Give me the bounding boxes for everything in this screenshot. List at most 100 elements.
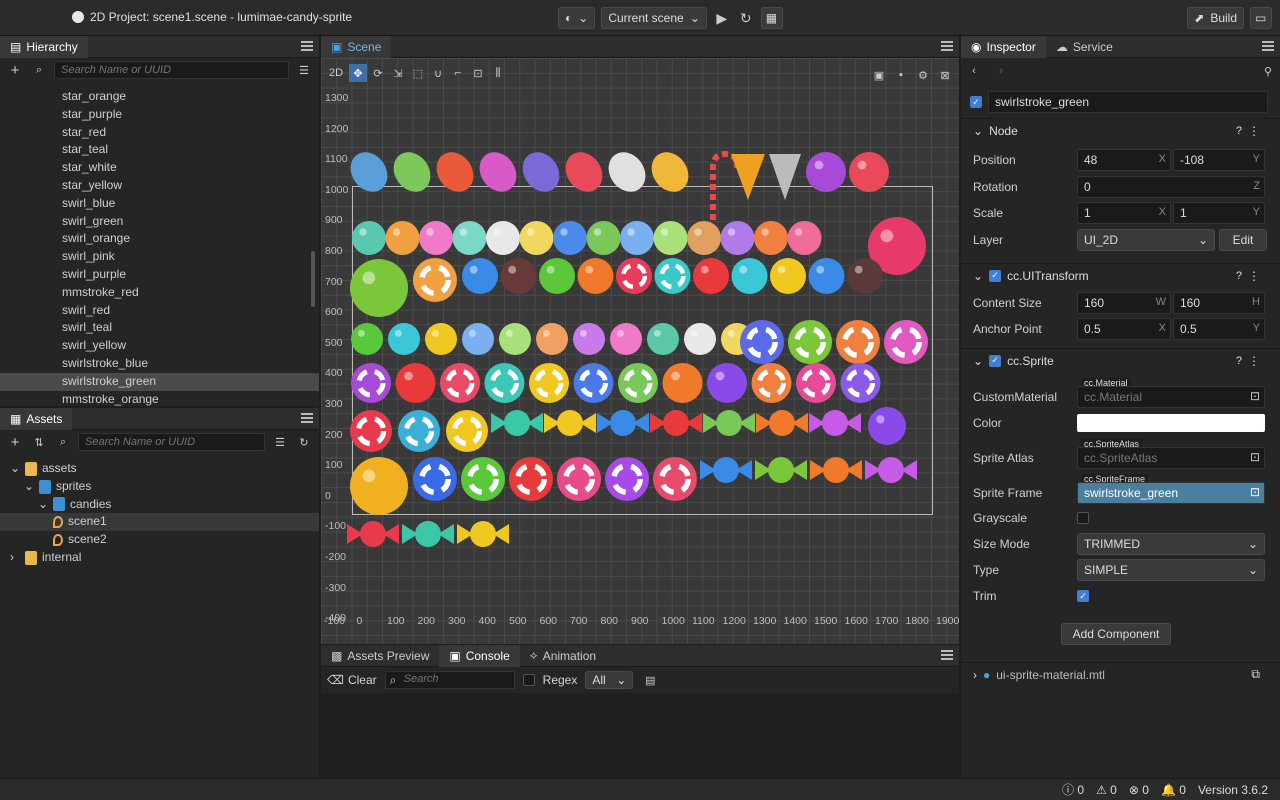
- custom-material-field[interactable]: cc.Material ⊡: [1077, 386, 1265, 408]
- assets-search-input[interactable]: [78, 433, 265, 451]
- tab-assets-preview[interactable]: ▩ Assets Preview: [321, 645, 439, 667]
- asset-item[interactable]: ⌄ assets: [0, 460, 319, 478]
- node-active-checkbox[interactable]: ✓: [970, 96, 982, 108]
- error-counter[interactable]: ⊗ 0: [1129, 783, 1149, 797]
- size-mode-select[interactable]: TRIMMED ⌄: [1077, 533, 1265, 555]
- color-swatch[interactable]: [1077, 414, 1265, 432]
- sprite-enabled-checkbox[interactable]: ✓: [989, 354, 1002, 367]
- sprite-section-header[interactable]: ⌄ ✓ cc.Sprite ? ⋮: [961, 348, 1280, 372]
- scene-viewport[interactable]: 1300 1200 1100 1000 900 800 700 600 500 400 300 200…: [321, 58, 959, 644]
- hierarchy-item[interactable]: swirl_pink: [0, 248, 319, 266]
- asset-item[interactable]: scene1: [0, 513, 319, 532]
- add-component-button[interactable]: Add Component: [1061, 623, 1171, 645]
- tab-console[interactable]: ▣ Console: [439, 644, 520, 667]
- panel-menu-icon[interactable]: [301, 413, 313, 423]
- asset-picker-icon[interactable]: ⊡: [1250, 389, 1260, 403]
- hierarchy-item[interactable]: star_yellow: [0, 177, 319, 195]
- sprite-atlas-field[interactable]: cc.SpriteAtlas ⊡: [1077, 447, 1265, 469]
- help-icon[interactable]: ?: [1236, 270, 1242, 282]
- position-x-input[interactable]: 48 X: [1077, 149, 1171, 171]
- move-tool-icon[interactable]: ✥: [349, 64, 367, 82]
- help-icon[interactable]: ?: [1236, 125, 1242, 137]
- hierarchy-item[interactable]: mmstroke_orange: [0, 391, 319, 409]
- content-height-input[interactable]: 160 H: [1173, 292, 1265, 314]
- preview-grid-button[interactable]: ▦: [760, 7, 783, 29]
- gizmo-icon[interactable]: ⊠: [936, 66, 954, 84]
- asset-item[interactable]: scene2: [0, 531, 319, 549]
- scene-select[interactable]: Current scene ⌄: [601, 7, 707, 29]
- hierarchy-item[interactable]: star_orange: [0, 88, 319, 106]
- scale-x-input[interactable]: 1X: [1077, 202, 1171, 224]
- node-name-input[interactable]: swirlstroke_green: [988, 91, 1268, 113]
- hierarchy-item[interactable]: star_teal: [0, 141, 319, 159]
- tab-hierarchy[interactable]: ▤ Hierarchy: [0, 35, 88, 58]
- type-select[interactable]: SIMPLE ⌄: [1077, 559, 1265, 581]
- align-icon[interactable]: ⫼: [489, 64, 507, 82]
- asset-item[interactable]: › internal: [0, 549, 319, 567]
- more-icon[interactable]: ⋮: [1248, 124, 1260, 138]
- tab-animation[interactable]: ⟡ Animation: [520, 645, 606, 667]
- refresh-icon[interactable]: ↻: [295, 433, 313, 451]
- uitransform-section-header[interactable]: ⌄ ✓ cc.UITransform ? ⋮: [961, 263, 1280, 287]
- list-options-icon[interactable]: ☰: [295, 61, 313, 79]
- mode-2d-toggle[interactable]: 2D: [325, 64, 347, 82]
- scale-tool-icon[interactable]: ⇲: [389, 64, 407, 82]
- panel-menu-icon[interactable]: [941, 650, 953, 660]
- refresh-icon[interactable]: ↻: [737, 9, 755, 27]
- copy-icon[interactable]: ⧉: [1251, 667, 1260, 682]
- rotate-tool-icon[interactable]: ⟳: [369, 64, 387, 82]
- rect-tool-icon[interactable]: ⬚: [409, 64, 427, 82]
- hierarchy-item[interactable]: swirl_purple: [0, 266, 319, 284]
- add-icon[interactable]: +: [6, 61, 24, 79]
- clear-button[interactable]: ⌫ Clear: [327, 673, 377, 687]
- hierarchy-item[interactable]: star_red: [0, 124, 319, 142]
- regex-checkbox[interactable]: [522, 674, 535, 686]
- hierarchy-item[interactable]: mmstroke_red: [0, 284, 319, 302]
- filter-select[interactable]: All ⌄: [585, 671, 634, 689]
- hierarchy-item[interactable]: swirl_red: [0, 302, 319, 320]
- panel-menu-icon[interactable]: [1262, 41, 1274, 51]
- tab-assets[interactable]: ▦ Assets: [0, 407, 73, 430]
- sprite-frame-field[interactable]: swirlstroke_green ⊡: [1077, 482, 1265, 504]
- asset-picker-icon[interactable]: ⊡: [1250, 485, 1260, 499]
- forward-arrow-icon[interactable]: ›: [992, 62, 1010, 80]
- more-icon[interactable]: ⋮: [1248, 269, 1260, 283]
- play-icon[interactable]: ▶: [713, 9, 731, 27]
- gear-icon[interactable]: ⚙: [914, 66, 932, 84]
- anchor-x-input[interactable]: 0.5 X: [1077, 318, 1171, 340]
- hierarchy-item[interactable]: swirl_teal: [0, 319, 319, 337]
- asset-picker-icon[interactable]: ⊡: [1250, 450, 1260, 464]
- list-options-icon[interactable]: ☰: [271, 433, 289, 451]
- sort-icon[interactable]: ⇅: [30, 433, 48, 451]
- panel-menu-icon[interactable]: [301, 41, 313, 51]
- build-button[interactable]: ⬈ Build: [1187, 7, 1244, 29]
- hierarchy-item[interactable]: swirlstroke_blue: [0, 355, 319, 373]
- add-icon[interactable]: +: [6, 433, 24, 451]
- notification-counter[interactable]: 🔔 0: [1161, 783, 1186, 797]
- hierarchy-item[interactable]: swirl_yellow: [0, 337, 319, 355]
- content-width-input[interactable]: 160 W: [1077, 292, 1171, 314]
- scale-y-input[interactable]: 1Y: [1173, 202, 1265, 224]
- hierarchy-item[interactable]: star_purple: [0, 106, 319, 124]
- hierarchy-item[interactable]: swirl_green: [0, 213, 319, 231]
- tab-scene[interactable]: ▣ Scene: [321, 35, 392, 58]
- open-folder-button[interactable]: ▭: [1250, 7, 1272, 29]
- warning-counter[interactable]: ⚠ 0: [1096, 783, 1117, 797]
- hierarchy-item[interactable]: swirlstroke_green: [0, 372, 319, 391]
- tab-service[interactable]: ☁ Service: [1046, 36, 1123, 58]
- asset-item[interactable]: ⌄ candies: [0, 496, 319, 514]
- uitransform-enabled-checkbox[interactable]: ✓: [989, 269, 1002, 282]
- anchor-y-input[interactable]: 0.5 Y: [1173, 318, 1265, 340]
- console-search-input[interactable]: [403, 673, 512, 685]
- hierarchy-item[interactable]: star_white: [0, 159, 319, 177]
- grayscale-checkbox[interactable]: [1077, 512, 1089, 524]
- frame-icon[interactable]: ▣: [870, 66, 888, 84]
- rotation-z-input[interactable]: 0Z: [1077, 176, 1265, 198]
- asset-item[interactable]: ⌄ sprites: [0, 478, 319, 496]
- platform-select[interactable]: ◐ ⌄: [558, 7, 596, 29]
- position-y-input[interactable]: -108 Y: [1173, 149, 1265, 171]
- hierarchy-item[interactable]: swirl_orange: [0, 230, 319, 248]
- layer-edit-button[interactable]: Edit: [1219, 229, 1267, 251]
- pin-icon[interactable]: ⚲: [1259, 62, 1277, 80]
- layer-select[interactable]: UI_2D ⌄: [1077, 229, 1215, 251]
